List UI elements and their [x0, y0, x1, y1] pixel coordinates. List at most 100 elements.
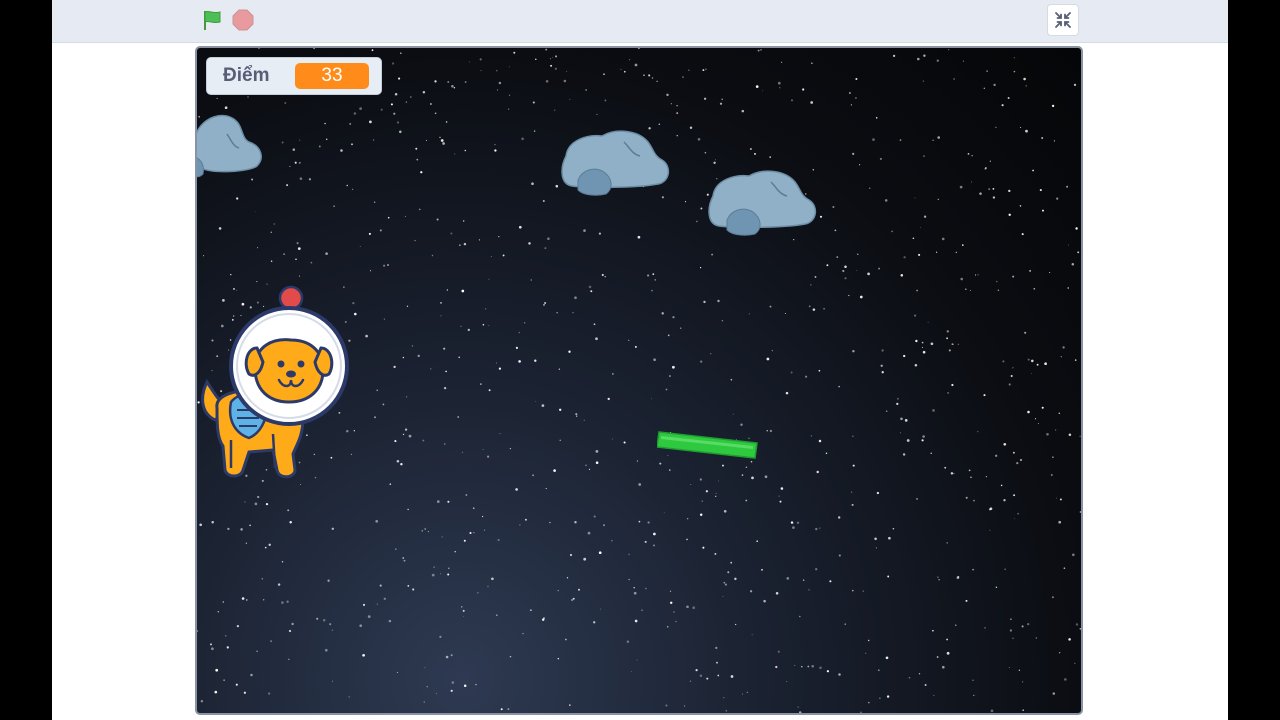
dog-astronaut-sprite[interactable]	[195, 284, 353, 484]
star	[997, 289, 1000, 292]
star	[568, 350, 571, 353]
star	[955, 624, 957, 626]
star	[518, 360, 521, 363]
star	[964, 288, 967, 291]
star	[859, 295, 863, 299]
star	[634, 63, 638, 67]
star	[730, 561, 733, 564]
star	[406, 396, 408, 398]
star	[734, 577, 737, 581]
star	[310, 261, 313, 264]
star	[862, 590, 864, 592]
star	[1079, 435, 1081, 438]
star	[296, 242, 299, 245]
star	[270, 640, 273, 643]
star	[436, 500, 440, 503]
star	[550, 64, 553, 67]
star	[973, 694, 975, 697]
star	[230, 273, 232, 276]
star	[443, 347, 446, 350]
star	[502, 254, 505, 257]
star	[965, 496, 968, 499]
rock-sprite[interactable]	[558, 126, 672, 196]
star	[322, 618, 326, 622]
star	[920, 227, 922, 229]
exit-fullscreen-button[interactable]	[1047, 4, 1079, 36]
star	[631, 671, 632, 672]
star	[422, 90, 426, 94]
star	[852, 152, 855, 156]
star	[916, 289, 919, 292]
star	[440, 302, 442, 304]
star	[932, 139, 934, 142]
star	[692, 606, 696, 610]
star	[236, 624, 240, 628]
star	[793, 239, 795, 241]
star	[289, 521, 292, 524]
green-flag-button[interactable]	[200, 8, 224, 32]
star	[524, 518, 527, 521]
star	[669, 601, 673, 605]
star	[721, 98, 724, 101]
star	[1041, 406, 1044, 409]
star	[859, 164, 861, 166]
star	[551, 57, 553, 58]
rock-sprite[interactable]	[705, 164, 819, 236]
star	[429, 103, 432, 105]
star	[1009, 629, 1013, 632]
star	[436, 218, 439, 221]
star	[532, 101, 535, 104]
star	[818, 369, 821, 372]
star	[583, 557, 587, 561]
star	[549, 58, 551, 60]
star	[1001, 104, 1004, 107]
star	[751, 634, 753, 636]
star	[885, 410, 888, 413]
star	[595, 337, 598, 341]
star	[852, 349, 855, 353]
star	[675, 620, 677, 623]
star	[623, 441, 626, 444]
star	[650, 398, 652, 400]
star	[972, 679, 974, 682]
star	[953, 472, 955, 475]
star	[850, 491, 853, 493]
star	[781, 61, 783, 63]
star	[807, 665, 810, 668]
star	[299, 275, 301, 277]
star	[421, 529, 424, 532]
star	[1055, 497, 1057, 499]
star	[331, 629, 334, 631]
star	[1073, 83, 1077, 87]
star	[436, 692, 438, 694]
star	[1042, 209, 1044, 212]
star	[379, 229, 382, 232]
star	[786, 577, 790, 580]
star	[669, 375, 671, 377]
star	[1013, 494, 1016, 497]
star	[500, 708, 503, 711]
star	[368, 232, 371, 235]
star	[1022, 709, 1024, 711]
star	[373, 139, 375, 141]
green-laser-sprite[interactable]	[657, 428, 759, 460]
star	[463, 539, 466, 542]
star	[482, 323, 485, 326]
star	[295, 258, 297, 261]
star	[989, 160, 991, 162]
star	[1058, 651, 1061, 654]
star	[218, 227, 222, 230]
stop-button[interactable]	[231, 8, 255, 32]
star	[696, 220, 698, 223]
rock-sprite[interactable]	[195, 112, 267, 182]
star	[815, 527, 818, 531]
star	[796, 521, 800, 525]
star	[325, 252, 328, 256]
game-stage[interactable]: Điểm 33	[195, 46, 1083, 715]
star	[667, 334, 670, 337]
star	[960, 277, 963, 281]
star	[1003, 499, 1006, 502]
star	[565, 638, 567, 641]
star	[974, 274, 977, 276]
star	[1074, 359, 1077, 361]
